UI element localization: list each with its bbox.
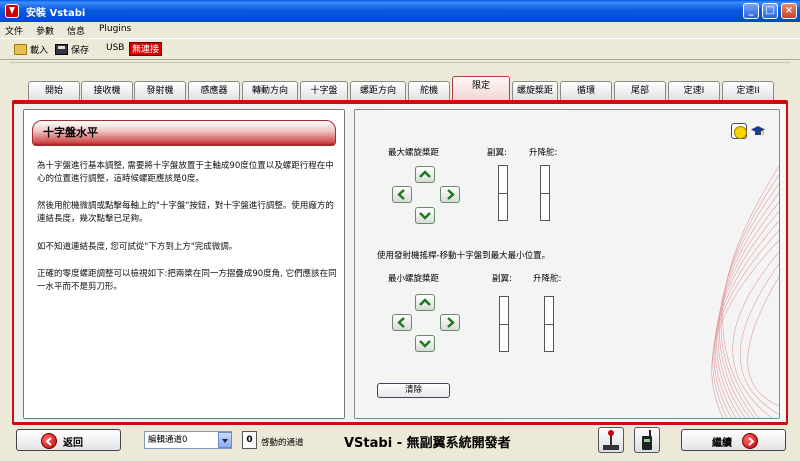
arrow-up-icon xyxy=(419,298,431,306)
max-collective-slider[interactable] xyxy=(540,165,550,221)
chevron-down-icon[interactable] xyxy=(218,432,232,448)
tab-receiver[interactable]: 接收機 xyxy=(81,81,133,100)
tab-bar: 開始 接收機 發射機 感應器 轉動方向 十字盤 螺距方向 舵機 限定 螺旋槳距 … xyxy=(0,76,800,102)
transmitter-icon xyxy=(642,430,652,450)
tab-servo[interactable]: 舵機 xyxy=(408,81,450,100)
active-channel-label: 啓動的通道 xyxy=(261,438,304,448)
help-paragraph-3: 如不知道連結長度, 您可試從"下方到上方"完成微調。 xyxy=(37,242,238,252)
min-pitch-down-button[interactable] xyxy=(415,335,435,352)
tab-tail[interactable]: 尾部 xyxy=(614,81,666,100)
toolbar: 載入 保存 USB 無連接 xyxy=(0,38,800,60)
decorative-swoosh xyxy=(711,165,779,418)
arrow-forward-icon xyxy=(742,433,758,449)
help-paragraph-4: 正確的零度螺距調整可以檢視如下:把兩槳在同一方摺疊成90度角, 它們應該在同一水… xyxy=(37,269,337,292)
continue-label: 繼續 xyxy=(712,438,732,449)
save-label: 保存 xyxy=(71,46,90,56)
tab-rotation-direction[interactable]: 轉動方向 xyxy=(242,81,298,100)
arrow-right-icon xyxy=(447,317,455,328)
maximize-icon[interactable]: □ xyxy=(762,3,778,19)
menu-parameters[interactable]: 參數 xyxy=(36,24,54,37)
min-pitch-left-button[interactable] xyxy=(392,314,412,331)
floppy-disk-icon xyxy=(55,44,68,55)
tab-transmitter[interactable]: 發射機 xyxy=(134,81,186,100)
brand-slogan: VStabi - 無副翼系統開發者 xyxy=(344,436,511,451)
collective-label-top: 升降舵: xyxy=(529,148,558,158)
help-paragraph-2: 然後用舵機微調或點擊每軸上的"十字盤"按鈕，對十字盤進行調整。使用廠方的連結長度… xyxy=(37,201,334,224)
transmitter-tool-button[interactable] xyxy=(634,427,660,453)
load-label: 載入 xyxy=(30,46,49,56)
servo-tool-button[interactable] xyxy=(598,427,624,453)
tab-sensor[interactable]: 感應器 xyxy=(188,81,240,100)
menu-bar: 文件 參數 信息 Plugins xyxy=(0,22,800,38)
menu-file[interactable]: 文件 xyxy=(5,24,23,37)
min-collective-slider[interactable] xyxy=(544,296,554,352)
window-title: 安裝 Vstabi xyxy=(26,8,86,19)
smiley-icon[interactable] xyxy=(731,123,747,139)
save-button[interactable]: 保存 xyxy=(55,43,89,56)
instruction-text: 使用發射機搖桿-移動十字盤到最大最小位置。 xyxy=(377,251,551,261)
tab-swashplate[interactable]: 十字盤 xyxy=(300,81,348,100)
tab-cyclic[interactable]: 循環 xyxy=(560,81,612,100)
arrow-left-icon xyxy=(397,189,405,200)
tab-limits[interactable]: 限定 xyxy=(452,76,510,100)
tab-rotor-pitch[interactable]: 螺旋槳距 xyxy=(512,81,558,100)
max-pitch-up-button[interactable] xyxy=(415,166,435,183)
min-pitch-right-button[interactable] xyxy=(440,314,460,331)
min-aileron-slider[interactable] xyxy=(499,296,509,352)
arrow-left-icon xyxy=(397,317,405,328)
collective-label-bottom: 升降舵: xyxy=(533,274,562,284)
graduation-cap-icon[interactable] xyxy=(751,124,765,138)
tab-start[interactable]: 開始 xyxy=(28,81,80,100)
help-title: 十字盤水平 xyxy=(32,120,336,146)
title-bar: 安裝 Vstabi _ □ × xyxy=(0,0,800,22)
aileron-label-bottom: 副翼: xyxy=(492,274,512,284)
max-pitch-down-button[interactable] xyxy=(415,207,435,224)
help-panel: 十字盤水平 為十字盤進行基本調整, 需要將十字盤放置于主軸成90度位置以及螺距行… xyxy=(23,109,345,419)
minimize-icon[interactable]: _ xyxy=(743,3,759,19)
arrow-back-icon xyxy=(41,433,57,449)
vstabi-logo-icon xyxy=(5,4,19,18)
max-pitch-label: 最大螺旋槳距 xyxy=(388,148,440,158)
arrow-down-icon xyxy=(419,212,431,220)
back-label: 返回 xyxy=(63,438,83,449)
continue-button[interactable]: 繼續 xyxy=(681,429,786,451)
close-icon[interactable]: × xyxy=(781,3,797,19)
arrow-down-icon xyxy=(419,340,431,348)
menu-plugins[interactable]: Plugins xyxy=(99,24,131,34)
connection-status-badge: 無連接 xyxy=(129,42,163,56)
max-pitch-right-button[interactable] xyxy=(440,186,460,203)
folder-open-icon xyxy=(14,44,27,55)
back-button[interactable]: 返回 xyxy=(16,429,121,451)
tab-governor-2[interactable]: 定速II xyxy=(722,81,774,100)
joystick-icon xyxy=(603,430,619,450)
divider xyxy=(10,62,790,63)
arrow-right-icon xyxy=(447,189,455,200)
help-paragraph-1: 為十字盤進行基本調整, 需要將十字盤放置于主軸成90度位置以及螺距行程在中心的位… xyxy=(37,161,334,184)
aileron-label-top: 副翼: xyxy=(487,148,507,158)
usb-label: USB xyxy=(106,43,125,53)
min-pitch-label: 最小螺旋槳距 xyxy=(388,274,440,284)
min-pitch-up-button[interactable] xyxy=(415,294,435,311)
load-button[interactable]: 載入 xyxy=(14,43,48,56)
arrow-up-icon xyxy=(419,170,431,178)
tab-governor-1[interactable]: 定速I xyxy=(668,81,720,100)
tab-pitch-direction[interactable]: 螺距方向 xyxy=(350,81,406,100)
max-pitch-left-button[interactable] xyxy=(392,186,412,203)
clear-button[interactable]: 清除 xyxy=(377,383,450,398)
active-channel-count: 0 xyxy=(242,431,257,449)
max-aileron-slider[interactable] xyxy=(498,165,508,221)
menu-info[interactable]: 信息 xyxy=(67,24,85,37)
